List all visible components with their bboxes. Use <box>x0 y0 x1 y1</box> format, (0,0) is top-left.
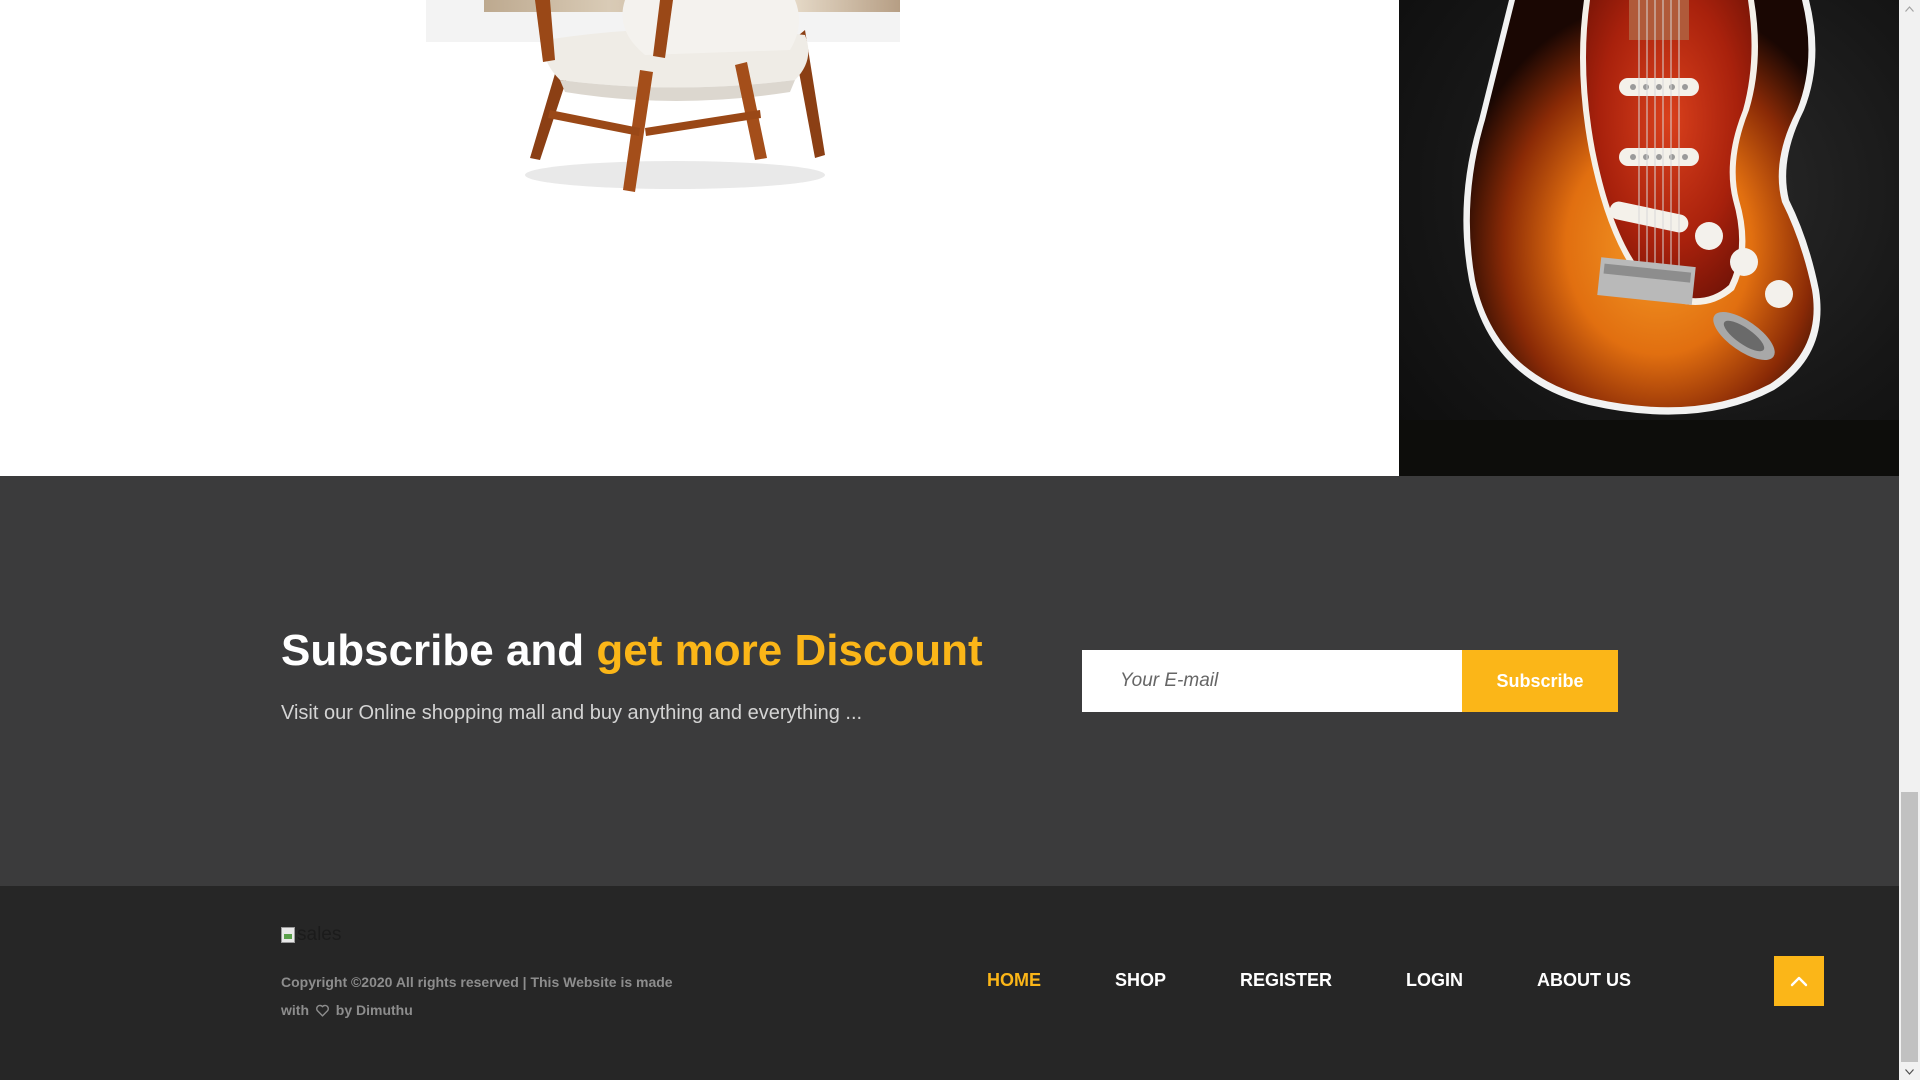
chair-image[interactable] <box>505 0 845 200</box>
copyright-author: by Dimuthu <box>335 1002 413 1018</box>
subscribe-button[interactable]: Subscribe <box>1462 650 1618 712</box>
subscribe-heading-plain: Subscribe and <box>281 626 597 675</box>
scroll-up-icon <box>1905 5 1914 12</box>
back-to-top-button[interactable] <box>1774 956 1824 1006</box>
footer-logo[interactable]: sales <box>281 924 341 946</box>
scroll-up-arrow[interactable] <box>1899 0 1920 17</box>
subscribe-form: Subscribe <box>1082 650 1618 712</box>
page: Subscribe and get more Discount Visit ou… <box>0 0 1920 1080</box>
footer-nav-login[interactable]: LOGIN <box>1406 970 1463 991</box>
footer-copyright: Copyright ©2020 All rights reserved | Th… <box>281 968 701 1024</box>
subscribe-subtitle: Visit our Online shopping mall and buy a… <box>281 702 863 724</box>
footer-nav-about-us[interactable]: ABOUT US <box>1537 970 1631 991</box>
vertical-scrollbar[interactable] <box>1899 0 1920 1080</box>
email-input[interactable] <box>1082 650 1462 712</box>
footer-nav: HOME SHOP REGISTER LOGIN ABOUT US <box>987 970 1631 991</box>
footer-nav-shop[interactable]: SHOP <box>1115 970 1166 991</box>
subscribe-heading: Subscribe and get more Discount <box>281 626 983 676</box>
footer-logo-alt-text: sales <box>297 924 342 945</box>
subscribe-section: Subscribe and get more Discount Visit ou… <box>0 476 1899 886</box>
heart-icon <box>315 1004 329 1017</box>
scroll-down-icon <box>1905 1068 1914 1075</box>
subscribe-heading-accent: get more Discount <box>596 626 983 675</box>
footer: sales Copyright ©2020 All rights reserve… <box>0 886 1899 1080</box>
broken-image-icon <box>281 927 295 943</box>
guitar-image <box>1399 0 1899 476</box>
chevron-up-icon <box>1790 976 1808 987</box>
scrollbar-thumb[interactable] <box>1901 792 1918 1062</box>
footer-nav-home[interactable]: HOME <box>987 970 1041 991</box>
product-image-section <box>0 0 1899 476</box>
scroll-down-arrow[interactable] <box>1899 1063 1920 1080</box>
footer-nav-register[interactable]: REGISTER <box>1240 970 1332 991</box>
guitar-image-panel[interactable] <box>1399 0 1899 476</box>
